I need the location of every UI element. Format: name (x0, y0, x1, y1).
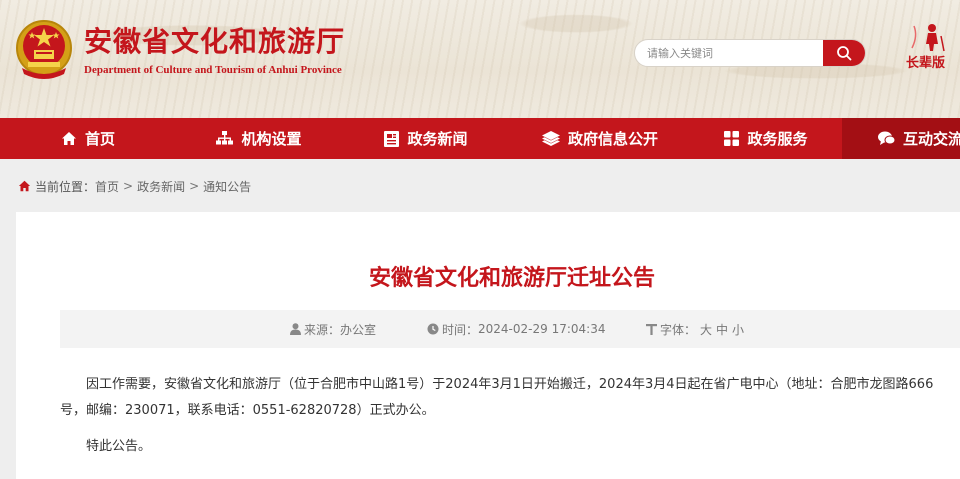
breadcrumb-separator: > (189, 179, 200, 193)
home-icon (61, 131, 77, 146)
article-paragraph: 特此公告。 (86, 439, 152, 454)
article-meta: 来源： 办公室 时间： 2024-02-29 17:04:34 字体： 大 中 … (60, 310, 960, 348)
breadcrumb: 当前位置： 首页 > 政务新闻 > 通知公告 (18, 177, 251, 195)
search-icon (837, 46, 852, 61)
elder-mode-link[interactable]: 长辈版 (906, 22, 960, 74)
font-icon (646, 323, 657, 335)
nav-item-interaction[interactable]: 互动交流 (842, 118, 960, 159)
nav-item-label: 首页 (84, 130, 115, 148)
elder-mode-icon (911, 24, 945, 52)
nav-item-label: 政务新闻 (407, 130, 468, 148)
org-chart-icon (216, 131, 234, 146)
search-box (634, 39, 866, 67)
article-paragraph: 因工作需要，安徽省文化和旅游厅（位于合肥市中山路1号）于2024年3月1日开始搬… (60, 377, 934, 418)
site-header: 安徽省文化和旅游厅 Department of Culture and Tour… (0, 0, 960, 118)
article-title: 安徽省文化和旅游厅迁址公告 (368, 266, 655, 291)
nav-item-gov-service[interactable]: 政务服务 (690, 118, 842, 159)
home-icon (18, 180, 31, 192)
main-nav: 首页 机构设置 政务新闻 政府信息公开 政务服务 互动交流 (0, 118, 960, 159)
nav-item-label: 机构设置 (241, 130, 302, 148)
nav-item-home[interactable]: 首页 (0, 118, 176, 159)
font-size-control: 字体： 大 中 小 (646, 310, 744, 348)
time-value: 2024-02-29 17:04:34 (478, 322, 606, 336)
breadcrumb-link-news[interactable]: 政务新闻 (137, 178, 185, 195)
article-source: 来源： 办公室 (290, 310, 376, 348)
nav-item-label: 政务服务 (747, 130, 808, 148)
site-title-english: Department of Culture and Tourism of Anh… (84, 64, 342, 76)
grid-icon (724, 131, 740, 146)
font-size-small[interactable]: 小 (732, 321, 744, 338)
nav-item-news[interactable]: 政务新闻 (342, 118, 510, 159)
elder-mode-label: 长辈版 (906, 56, 946, 71)
clock-icon (427, 323, 439, 335)
article-time: 时间： 2024-02-29 17:04:34 (427, 310, 605, 348)
layers-icon (541, 131, 560, 146)
source-label: 来源： (304, 322, 341, 337)
chat-icon (878, 131, 895, 146)
source-value: 办公室 (340, 322, 377, 337)
user-icon (290, 323, 301, 335)
breadcrumb-separator: > (123, 179, 134, 193)
search-input[interactable] (635, 40, 827, 66)
nav-item-label: 互动交流 (903, 130, 960, 148)
font-size-medium[interactable]: 中 (716, 321, 728, 338)
breadcrumb-link-notices[interactable]: 通知公告 (203, 178, 251, 195)
article-panel: 安徽省文化和旅游厅迁址公告 来源： 办公室 时间： 2024-02-29 17:… (16, 212, 960, 479)
nav-item-label: 政府信息公开 (567, 130, 658, 148)
font-size-large[interactable]: 大 (700, 321, 712, 338)
article-body: 因工作需要，安徽省文化和旅游厅（位于合肥市中山路1号）于2024年3月1日开始搬… (60, 372, 956, 470)
search-button[interactable] (823, 40, 865, 66)
nav-item-gov-info[interactable]: 政府信息公开 (510, 118, 690, 159)
nav-item-organization[interactable]: 机构设置 (176, 118, 342, 159)
time-label: 时间： (442, 322, 479, 337)
breadcrumb-prefix: 当前位置： (35, 179, 96, 194)
font-label: 字体： (660, 322, 697, 337)
news-icon (384, 130, 400, 147)
site-title: 安徽省文化和旅游厅 (84, 25, 346, 58)
breadcrumb-link-home[interactable]: 首页 (95, 178, 119, 195)
national-emblem-icon (16, 20, 72, 79)
